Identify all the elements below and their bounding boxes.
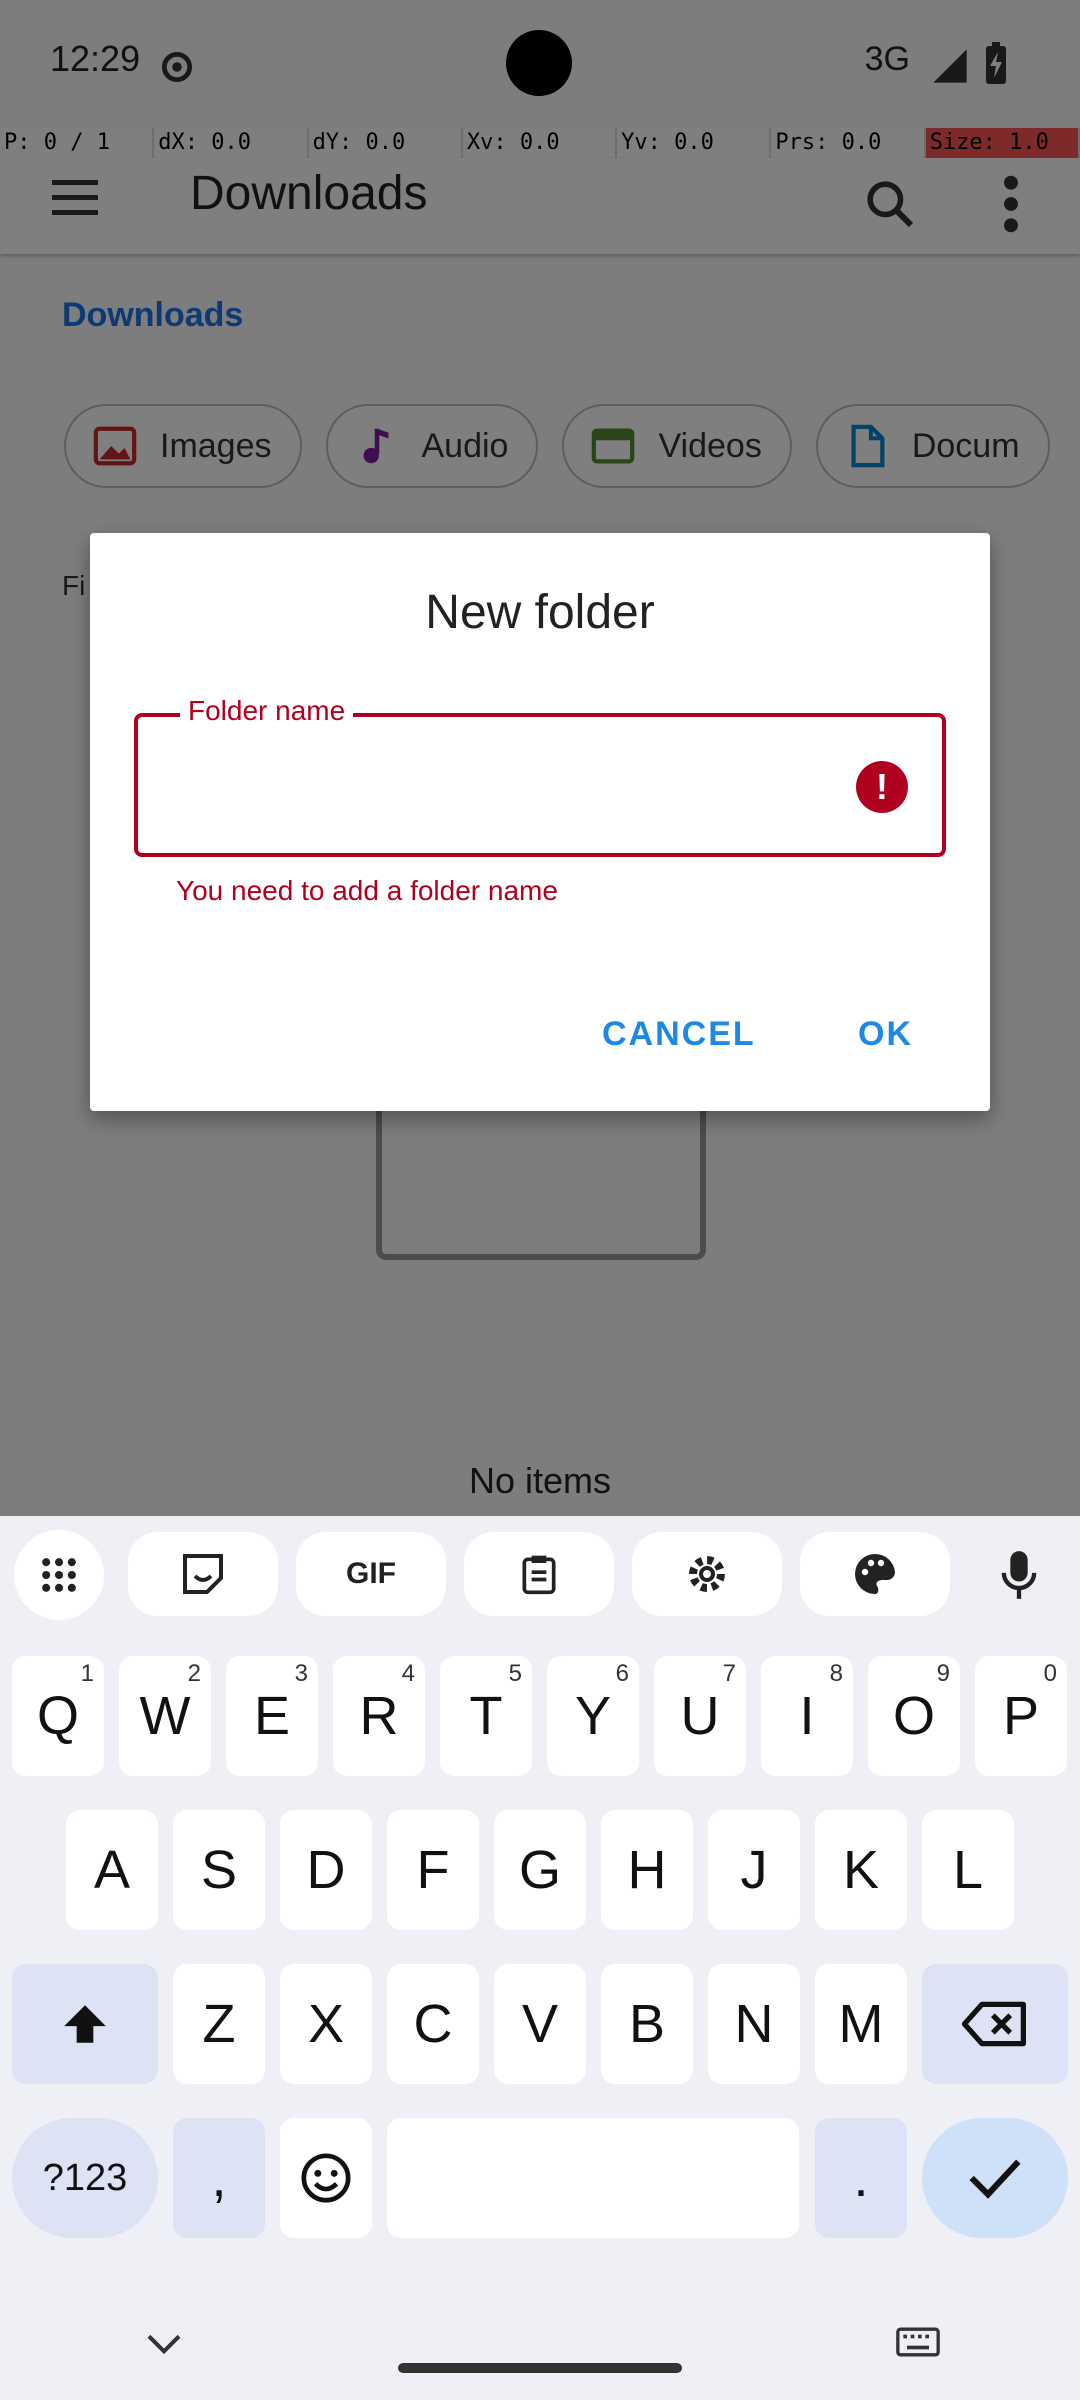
key-y[interactable]: Y6 — [547, 1656, 639, 1776]
key-number-hint: 1 — [80, 1660, 94, 1687]
keyboard-switch-icon[interactable] — [896, 2326, 940, 2358]
space-key[interactable] — [387, 2118, 799, 2238]
comma-key[interactable]: , — [173, 2118, 265, 2238]
key-number-hint: 0 — [1043, 1660, 1057, 1687]
keyboard-toolbar: GIF — [0, 1530, 1080, 1620]
key-number-hint: 5 — [508, 1660, 522, 1687]
key-r[interactable]: R4 — [333, 1656, 425, 1776]
key-j[interactable]: J — [708, 1810, 800, 1930]
folder-name-label: Folder name — [180, 695, 354, 727]
key-w[interactable]: W2 — [119, 1656, 211, 1776]
key-number-hint: 8 — [829, 1660, 843, 1687]
emoji-key[interactable] — [280, 2118, 372, 2238]
key-x[interactable]: X — [280, 1964, 372, 2084]
key-z[interactable]: Z — [173, 1964, 265, 2084]
key-letter: P — [1002, 1686, 1040, 1746]
key-number-hint: 4 — [401, 1660, 415, 1687]
key-p[interactable]: P0 — [975, 1656, 1067, 1776]
key-i[interactable]: I8 — [761, 1656, 853, 1776]
new-folder-dialog: New folder Folder name ! You need to add… — [90, 533, 990, 1111]
navigation-bar — [0, 2300, 1080, 2400]
home-gesture-handle[interactable] — [398, 2363, 682, 2373]
shift-key[interactable] — [12, 1964, 158, 2084]
key-a[interactable]: A — [66, 1810, 158, 1930]
soft-keyboard: G I F — [0, 1516, 1080, 2400]
key-o[interactable]: O9 — [868, 1656, 960, 1776]
key-letter: I — [799, 1686, 815, 1746]
hide-keyboard-icon[interactable] — [144, 2328, 184, 2358]
key-number-hint: 3 — [294, 1660, 308, 1687]
gif-button[interactable]: GIF — [296, 1532, 446, 1616]
done-key[interactable] — [922, 2118, 1068, 2238]
key-q[interactable]: Q1 — [12, 1656, 104, 1776]
key-number-hint: 9 — [936, 1660, 950, 1687]
key-number-hint: 2 — [187, 1660, 201, 1687]
key-f[interactable]: F — [387, 1810, 479, 1930]
cancel-button[interactable]: CANCEL — [602, 1015, 756, 1054]
key-e[interactable]: E3 — [226, 1656, 318, 1776]
dialog-title: New folder — [425, 586, 655, 639]
key-letter: W — [139, 1686, 191, 1746]
key-n[interactable]: N — [708, 1964, 800, 2084]
error-icon: ! — [856, 761, 908, 813]
ok-button[interactable]: OK — [858, 1015, 913, 1054]
key-d[interactable]: D — [280, 1810, 372, 1930]
shift-icon — [64, 2005, 106, 2043]
key-m[interactable]: M — [815, 1964, 907, 2084]
folder-name-input[interactable] — [168, 747, 808, 817]
sticker-icon[interactable] — [128, 1532, 278, 1616]
key-number-hint: 6 — [615, 1660, 629, 1687]
key-letter: E — [253, 1686, 291, 1746]
key-l[interactable]: L — [922, 1810, 1014, 1930]
key-c[interactable]: C — [387, 1964, 479, 2084]
field-error-message: You need to add a folder name — [176, 875, 558, 906]
key-u[interactable]: U7 — [654, 1656, 746, 1776]
key-t[interactable]: T5 — [440, 1656, 532, 1776]
backspace-icon — [962, 2001, 1026, 2047]
key-letter: Y — [574, 1686, 612, 1746]
apps-grid-icon[interactable] — [14, 1530, 104, 1620]
key-h[interactable]: H — [601, 1810, 693, 1930]
key-g[interactable]: G — [494, 1810, 586, 1930]
emoji-icon — [301, 2153, 351, 2203]
palette-icon[interactable] — [800, 1532, 950, 1616]
key-number-hint: 7 — [722, 1660, 736, 1687]
backspace-key[interactable] — [922, 1964, 1068, 2084]
key-letter: U — [680, 1686, 720, 1746]
symbols-key[interactable]: ?123 — [12, 2118, 158, 2238]
clipboard-icon[interactable] — [464, 1532, 614, 1616]
key-letter: T — [469, 1686, 503, 1746]
key-s[interactable]: S — [173, 1810, 265, 1930]
key-letter: Q — [36, 1686, 79, 1746]
folder-name-field: Folder name ! — [134, 695, 946, 857]
period-key[interactable]: . — [815, 2118, 907, 2238]
key-k[interactable]: K — [815, 1810, 907, 1930]
key-b[interactable]: B — [601, 1964, 693, 2084]
checkmark-icon — [969, 2159, 1021, 2199]
mic-icon[interactable] — [974, 1530, 1064, 1620]
settings-icon[interactable] — [632, 1532, 782, 1616]
key-v[interactable]: V — [494, 1964, 586, 2084]
key-letter: O — [892, 1686, 935, 1746]
key-letter: R — [359, 1686, 399, 1746]
